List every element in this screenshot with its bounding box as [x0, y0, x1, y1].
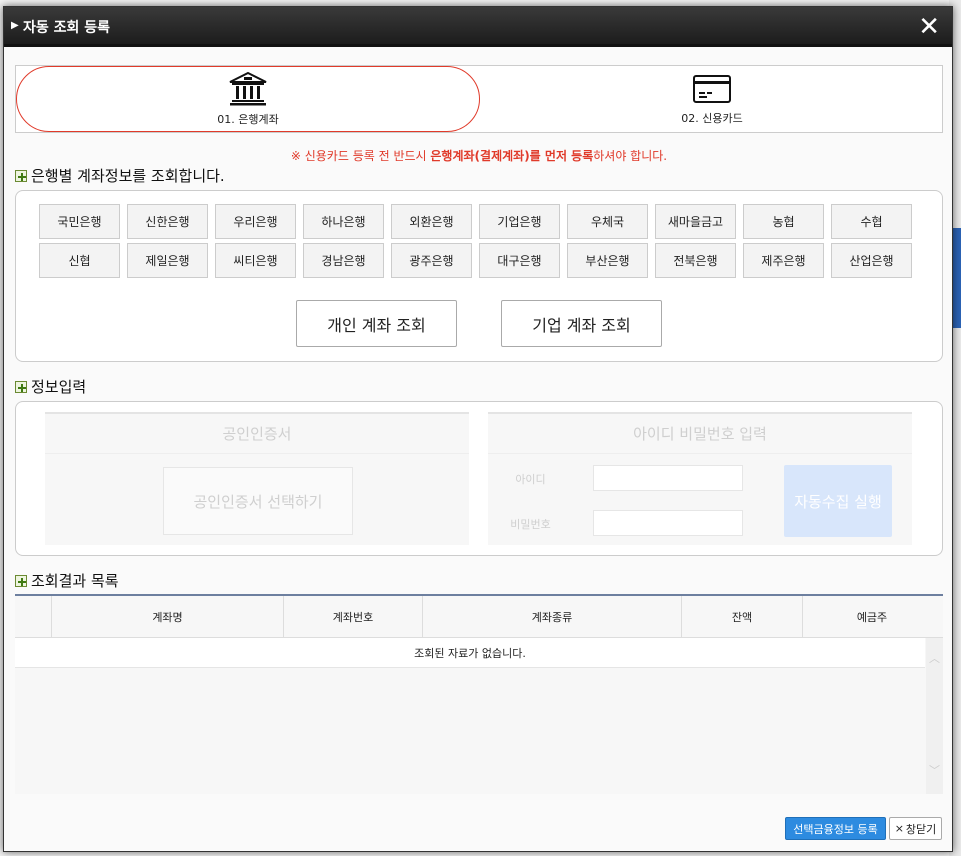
info-input-box: 공인인증서 공인인증서 선택하기 아이디 비밀번호 입력 아이디 비밀번호 자동…	[15, 401, 943, 556]
bank-selection-box: 국민은행 신한은행 우리은행 하나은행 외환은행 기업은행 우체국 새마을금고 농협 수협신협 제일…	[15, 190, 943, 362]
bank-button[interactable]: 광주은행	[391, 243, 472, 278]
bank-button[interactable]: 전북은행	[655, 243, 736, 278]
notice-highlight: 은행계좌(결제계좌)를 먼저 등록	[430, 149, 594, 163]
run-auto-collect-button[interactable]: 자동수집 실행	[784, 465, 892, 537]
cert-panel: 공인인증서 공인인증서 선택하기	[45, 412, 469, 545]
header-account-name: 계좌명	[52, 596, 284, 637]
result-section-title-text: 조회결과 목록	[31, 572, 119, 590]
bank-button[interactable]: 우리은행	[215, 204, 296, 239]
bank-button[interactable]: 제주은행	[743, 243, 824, 278]
select-cert-button[interactable]: 공인인증서 선택하기	[163, 467, 353, 535]
bank-icon	[228, 71, 268, 107]
header-balance: 잔액	[682, 596, 803, 637]
bank-section-title: 은행별 계좌정보를 조회합니다.	[15, 165, 225, 186]
credit-card-icon	[692, 70, 732, 106]
result-section-title: 조회결과 목록	[15, 570, 119, 591]
info-section-title-text: 정보입력	[31, 378, 87, 396]
result-table: 계좌명 계좌번호 계좌종류 잔액 예금주 조회된 자료가 없습니다. ︿ ﹀	[15, 594, 943, 794]
bank-button[interactable]: 하나은행	[303, 204, 384, 239]
header-account-type: 계좌종류	[423, 596, 682, 637]
id-input[interactable]	[593, 465, 743, 491]
tab-bank-account[interactable]: 01. 은행계좌	[16, 66, 480, 132]
bank-button[interactable]: 씨티은행	[215, 243, 296, 278]
cert-panel-header: 공인인증서	[45, 414, 469, 454]
close-window-button[interactable]: × 창닫기	[889, 817, 942, 840]
business-account-query-button[interactable]: 기업 계좌 조회	[501, 300, 662, 347]
bank-button[interactable]: 제일은행	[127, 243, 208, 278]
scroll-down-icon[interactable]: ﹀	[929, 762, 940, 778]
bank-button[interactable]: 국민은행	[39, 204, 120, 239]
register-selected-button[interactable]: 선택금융정보 등록	[785, 817, 886, 840]
tab-credit-card[interactable]: 02. 신용카드	[480, 66, 944, 132]
bank-button[interactable]: 부산은행	[567, 243, 648, 278]
section-plus-icon	[15, 380, 27, 393]
bank-button[interactable]: 농협	[743, 204, 824, 239]
close-x-icon: ×	[894, 822, 904, 835]
section-plus-icon	[15, 574, 27, 587]
result-table-header: 계좌명 계좌번호 계좌종류 잔액 예금주	[15, 596, 943, 638]
close-window-label: 창닫기	[905, 822, 937, 836]
bank-button[interactable]: 산업은행	[831, 243, 912, 278]
scroll-up-icon[interactable]: ︿	[929, 650, 940, 666]
password-input[interactable]	[593, 510, 743, 536]
header-account-number: 계좌번호	[284, 596, 423, 637]
header-checkbox-col	[15, 596, 52, 637]
personal-account-query-button[interactable]: 개인 계좌 조회	[296, 300, 457, 347]
tab-bank-label: 01. 은행계좌	[217, 113, 279, 126]
result-scrollbar[interactable]: ︿ ﹀	[926, 638, 943, 794]
id-panel-header: 아이디 비밀번호 입력	[488, 414, 912, 454]
section-plus-icon	[15, 169, 27, 182]
title-arrow-icon: ▶	[11, 20, 19, 31]
empty-result-row: 조회된 자료가 없습니다.	[15, 638, 925, 668]
bank-button[interactable]: 신한은행	[127, 204, 208, 239]
notice-prefix: ※ 신용카드 등록 전 반드시	[290, 149, 431, 163]
bank-button[interactable]: 새마을금고	[655, 204, 736, 239]
bank-button[interactable]: 우체국	[567, 204, 648, 239]
bank-button[interactable]: 경남은행	[303, 243, 384, 278]
bank-button[interactable]: 수협	[831, 204, 912, 239]
modal-titlebar: ▶ 자동 조회 등록 ✕	[4, 7, 952, 47]
notice-suffix: 하셔야 합니다.	[593, 149, 668, 163]
bank-button-grid: 국민은행 신한은행 우리은행 하나은행 외환은행 기업은행 우체국 새마을금고 농협 수협신협 제일…	[39, 204, 912, 278]
bank-button[interactable]: 외환은행	[391, 204, 472, 239]
tab-card-label: 02. 신용카드	[681, 112, 743, 125]
password-label: 비밀번호	[510, 518, 551, 531]
close-icon[interactable]: ✕	[918, 13, 940, 41]
bank-button[interactable]: 신협	[39, 243, 120, 278]
header-depositor: 예금주	[856, 610, 888, 624]
modal-title: 자동 조회 등록	[23, 20, 111, 36]
notice-text: ※ 신용카드 등록 전 반드시 은행계좌(결제계좌)를 먼저 등록하셔야 합니다…	[4, 147, 954, 164]
auto-query-modal: ▶ 자동 조회 등록 ✕ 01. 은행계좌 02. 신용카드 ※ 신용카드 등록…	[3, 6, 953, 852]
bank-section-title-text: 은행별 계좌정보를 조회합니다.	[31, 167, 225, 185]
info-section-title: 정보입력	[15, 376, 86, 397]
type-tabs: 01. 은행계좌 02. 신용카드	[15, 65, 943, 133]
bank-button[interactable]: 대구은행	[479, 243, 560, 278]
id-password-panel: 아이디 비밀번호 입력 아이디 비밀번호 자동수집 실행	[488, 412, 912, 545]
bank-button[interactable]: 기업은행	[479, 204, 560, 239]
id-label: 아이디	[515, 473, 546, 486]
